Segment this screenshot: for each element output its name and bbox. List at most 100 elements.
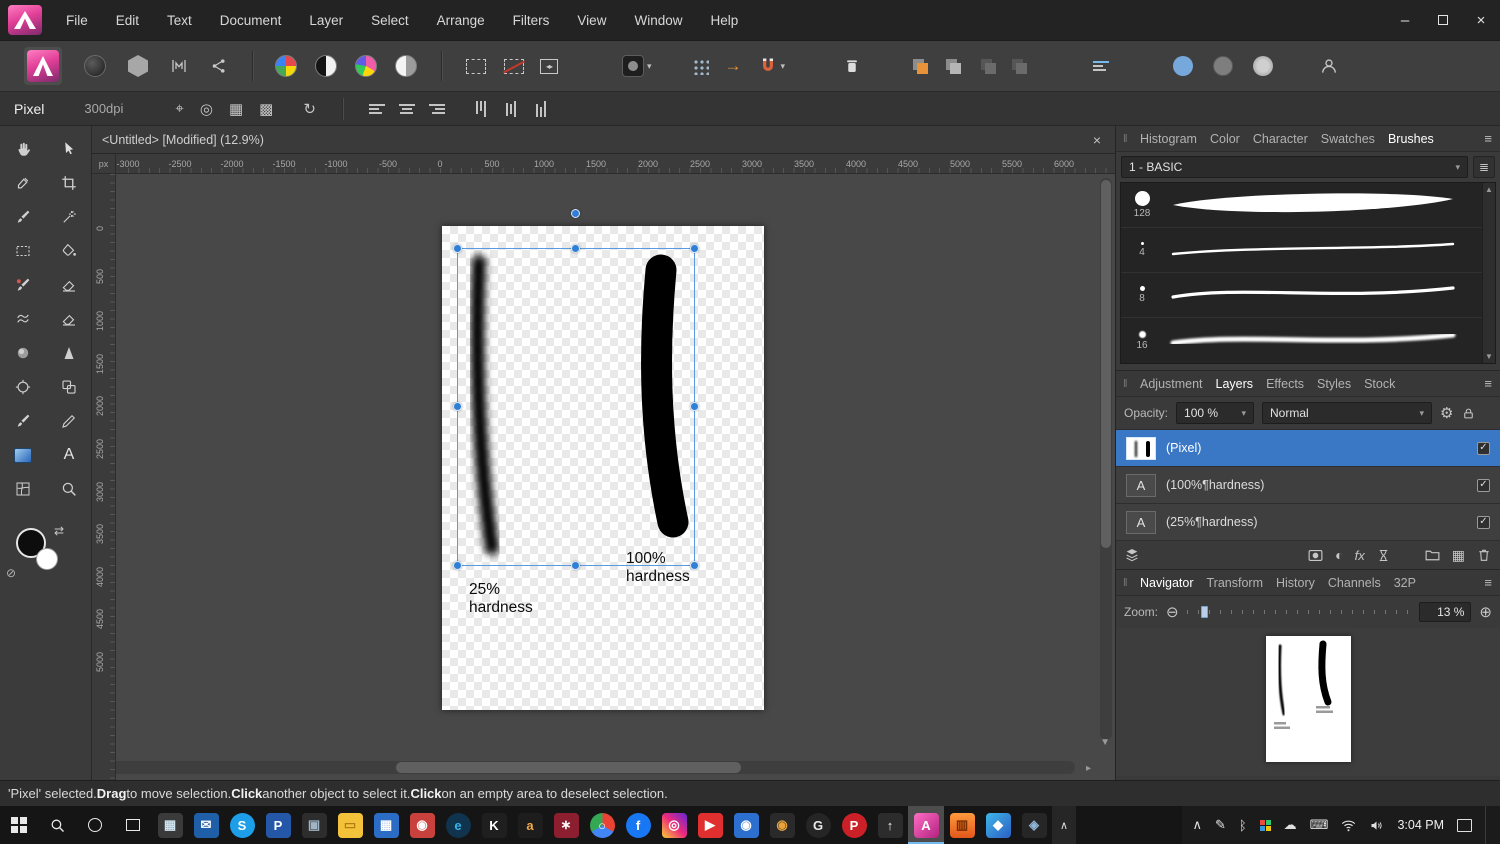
brush-item-8[interactable]: 8 xyxy=(1121,273,1495,318)
lock-icon[interactable] xyxy=(1461,406,1476,421)
layer-row-pixel[interactable]: (Pixel) ✓ xyxy=(1116,430,1500,467)
taskbar-app-mail[interactable]: ✉ xyxy=(188,806,224,844)
tab-color[interactable]: Color xyxy=(1210,132,1240,146)
tab-navigator[interactable]: Navigator xyxy=(1140,576,1194,590)
clone-tool[interactable] xyxy=(46,370,92,404)
colour-replacement-tool[interactable] xyxy=(0,268,46,302)
move-by-whole-pixels-button[interactable]: → xyxy=(725,56,742,76)
zoom-value-field[interactable]: 13 % xyxy=(1419,602,1471,622)
selection-handle-middle-left[interactable] xyxy=(453,402,462,411)
action-center-button[interactable] xyxy=(1457,819,1472,832)
tab-transform[interactable]: Transform xyxy=(1207,576,1264,590)
menu-item[interactable]: Help xyxy=(696,0,752,40)
tab-layers[interactable]: Layers xyxy=(1216,377,1254,391)
layer-name[interactable]: (25%¶hardness) xyxy=(1166,515,1257,529)
align-bottom-button[interactable] xyxy=(533,104,549,114)
maximize-button[interactable] xyxy=(1424,0,1462,40)
panel-menu-icon[interactable]: ≡ xyxy=(1484,376,1492,391)
selection-handle-top-right[interactable] xyxy=(690,244,699,253)
layer-name[interactable]: (100%¶hardness) xyxy=(1166,478,1264,492)
dpi-label[interactable]: 300dpi xyxy=(84,101,123,116)
taskbar-app-google[interactable]: G xyxy=(800,806,836,844)
blend-mode-select[interactable]: Normal ▾ xyxy=(1262,402,1432,424)
taskbar-app-people[interactable]: ◉ xyxy=(728,806,764,844)
taskbar-app-camera[interactable]: ◉ xyxy=(764,806,800,844)
hardness-preset-2-button[interactable] xyxy=(1213,56,1233,76)
text-tool[interactable]: A xyxy=(46,438,92,472)
layer-visibility-checkbox[interactable]: ✓ xyxy=(1477,516,1490,529)
zoom-tool[interactable] xyxy=(46,472,92,506)
brush-item-128[interactable]: 128 xyxy=(1121,183,1495,228)
layers-stack-icon[interactable] xyxy=(1124,547,1140,563)
align-right-button[interactable] xyxy=(429,104,445,114)
vertical-scroll-thumb[interactable] xyxy=(1101,180,1111,548)
layer-visibility-checkbox[interactable]: ✓ xyxy=(1477,479,1490,492)
pixel-grid-button[interactable]: ▦ xyxy=(229,100,243,118)
add-snapshot-button[interactable] xyxy=(843,57,861,75)
brush-panel-options-button[interactable]: ≣ xyxy=(1473,156,1495,178)
panel-menu-icon[interactable]: ≡ xyxy=(1484,131,1492,146)
tab-histogram[interactable]: Histogram xyxy=(1140,132,1197,146)
deselect-button[interactable] xyxy=(504,59,524,74)
alignment-button[interactable] xyxy=(1093,61,1109,71)
align-middle-button[interactable] xyxy=(503,104,519,114)
sharpen-tool[interactable] xyxy=(46,336,92,370)
taskbar-app-dark-app[interactable]: ◈ xyxy=(1016,806,1052,844)
scroll-right-icon[interactable]: ▸ xyxy=(1086,763,1091,774)
menu-item[interactable]: Window xyxy=(620,0,696,40)
mesh-warp-tool[interactable] xyxy=(0,472,46,506)
document-close-icon[interactable]: × xyxy=(1093,132,1101,148)
taskbar-app-chrome[interactable]: ○ xyxy=(584,806,620,844)
scroll-down-icon[interactable]: ▼ xyxy=(1100,737,1110,748)
live-filter-icon[interactable] xyxy=(1376,548,1391,563)
view-tool[interactable] xyxy=(0,132,46,166)
cortana-button[interactable] xyxy=(76,806,114,844)
no-color-icon[interactable]: ⊘ xyxy=(6,566,16,580)
layer-name[interactable]: (Pixel) xyxy=(1166,441,1201,455)
taskbar-app-paint[interactable]: P xyxy=(260,806,296,844)
taskbar-app-edge[interactable]: e xyxy=(440,806,476,844)
scroll-down-icon[interactable]: ▼ xyxy=(1485,352,1493,361)
wifi-icon[interactable] xyxy=(1341,819,1356,832)
navigator-thumbnail[interactable] xyxy=(1266,636,1351,762)
preview-button[interactable]: ◎ xyxy=(200,100,213,118)
document-page[interactable]: 100% hardness 25% hardness xyxy=(442,226,764,710)
onedrive-cloud-icon[interactable]: ☁ xyxy=(1284,817,1297,833)
canvas-viewport[interactable]: 0500100015002000250030003500400045005000… xyxy=(92,174,1115,780)
selection-brush-tool[interactable] xyxy=(46,200,92,234)
taskbar-app-skype[interactable]: S xyxy=(224,806,260,844)
account-button[interactable] xyxy=(1319,56,1339,76)
horizontal-scroll-thumb[interactable] xyxy=(396,762,741,773)
smudge-tool[interactable] xyxy=(0,302,46,336)
blend-options-gear-icon[interactable]: ⚙ xyxy=(1440,404,1453,422)
hidden-icons-chevron[interactable]: ∧ xyxy=(1192,817,1202,833)
menu-item[interactable]: Arrange xyxy=(423,0,499,40)
auto-contrast-button[interactable] xyxy=(315,55,337,77)
selection-handle-top-left[interactable] xyxy=(453,244,462,253)
zoom-slider-handle[interactable] xyxy=(1201,606,1208,618)
snapping-grid-button[interactable] xyxy=(692,58,709,75)
tab-styles[interactable]: Styles xyxy=(1317,377,1351,391)
transform-origin-button[interactable]: ⌖ xyxy=(175,100,183,117)
background-color-swatch[interactable] xyxy=(36,548,58,570)
flood-fill-tool[interactable] xyxy=(46,234,92,268)
selection-bounding-box[interactable] xyxy=(457,248,695,566)
panel-grip-icon[interactable]: ‖ xyxy=(1123,378,1128,390)
swap-colors-icon[interactable]: ⇄ xyxy=(54,524,64,538)
auto-colours-button[interactable] xyxy=(355,55,377,77)
color-app-tray-icon[interactable] xyxy=(1260,820,1271,831)
paint-brush-tool[interactable] xyxy=(0,200,46,234)
selection-handle-top-middle[interactable] xyxy=(571,244,580,253)
pen-icon[interactable]: ✎ xyxy=(1215,817,1226,833)
tab-effects[interactable]: Effects xyxy=(1266,377,1304,391)
align-left-button[interactable] xyxy=(369,104,385,114)
persona-liquify-button[interactable] xyxy=(84,55,106,77)
color-picker-tool[interactable] xyxy=(0,166,46,200)
selection-handle-bottom-left[interactable] xyxy=(453,561,462,570)
scroll-up-icon[interactable]: ▲ xyxy=(1485,185,1493,194)
document-tab-title[interactable]: <Untitled> [Modified] (12.9%) xyxy=(92,133,264,147)
fx-icon[interactable]: fx xyxy=(1355,548,1365,563)
taskbar-clock[interactable]: 3:04 PM xyxy=(1397,818,1444,832)
delete-layer-icon[interactable] xyxy=(1476,547,1492,563)
tab-stock[interactable]: Stock xyxy=(1364,377,1395,391)
